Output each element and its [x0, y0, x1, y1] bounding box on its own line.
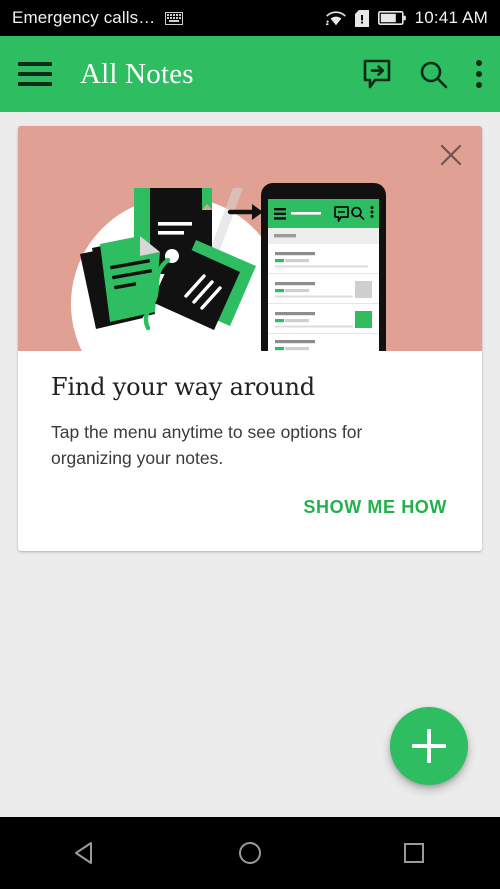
clock-label: 10:41 AM [414, 8, 488, 27]
onboarding-illustration [18, 126, 482, 351]
search-icon[interactable] [419, 60, 448, 89]
add-note-fab[interactable] [390, 707, 468, 785]
page-title: All Notes [80, 57, 194, 90]
sim-card-alert-icon [354, 9, 369, 27]
keyboard-icon [165, 11, 184, 25]
overflow-menu-icon[interactable] [476, 60, 482, 88]
app-bar: All Notes [0, 36, 500, 112]
wifi-icon [325, 10, 346, 25]
carrier-label: Emergency calls… [12, 8, 156, 27]
promo-card-body: Find your way around Tap the menu anytim… [18, 351, 482, 518]
promo-card-title: Find your way around [51, 373, 315, 401]
plus-icon-vertical [427, 729, 431, 763]
status-bar-right: 10:41 AM [325, 8, 488, 28]
status-bar-left: Emergency calls… [12, 8, 184, 28]
promo-card-actions: SHOW ME HOW [51, 497, 449, 518]
system-navigation-bar [0, 817, 500, 889]
app-bar-actions [363, 59, 482, 89]
app-screen: Emergency calls… 10:41 AM All Notes Find… [0, 0, 500, 889]
hamburger-menu-icon[interactable] [18, 62, 52, 86]
nav-recents-button[interactable] [386, 825, 442, 881]
show-me-how-button[interactable]: SHOW ME HOW [303, 497, 447, 518]
nav-back-button[interactable] [58, 825, 114, 881]
status-bar: Emergency calls… 10:41 AM [0, 0, 500, 36]
promo-card-description: Tap the menu anytime to see options for … [51, 421, 363, 469]
promo-card: Find your way around Tap the menu anytim… [18, 126, 482, 551]
close-icon[interactable] [434, 138, 468, 172]
nav-home-button[interactable] [222, 825, 278, 881]
battery-icon [377, 11, 406, 25]
reminder-icon[interactable] [363, 59, 391, 89]
